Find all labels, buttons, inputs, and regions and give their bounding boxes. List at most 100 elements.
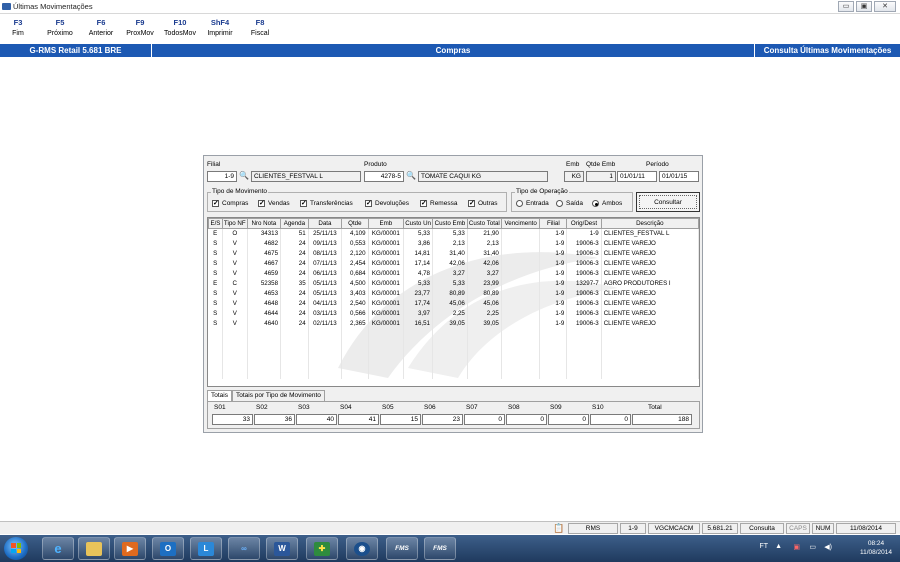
close-button[interactable]: ✕ — [874, 1, 896, 12]
table-row[interactable]: S V 4659 24 06/11/13 0,684 KG/00001 4,78 3,27 3,2… — [208, 268, 699, 279]
volume-icon[interactable]: ◀) — [824, 543, 832, 551]
table-row[interactable]: S V 4653 24 05/11/13 3,403 KG/00001 23,77 80,89 8… — [208, 288, 699, 299]
col-custo-emb[interactable]: Custo Emb — [432, 218, 468, 229]
empty-cell — [601, 368, 699, 379]
table-row[interactable]: S V 4667 24 07/11/13 2,454 KG/00001 17,14 42,06 4… — [208, 258, 699, 269]
checkbox-compras[interactable]: ✓ Compras — [212, 200, 248, 207]
clock[interactable]: 08:24 11/08/2014 — [856, 539, 896, 557]
col-custo-un[interactable]: Custo Un — [403, 218, 433, 229]
total-value: 36 — [254, 414, 295, 425]
col-filial[interactable]: Filial — [539, 218, 568, 229]
table-cell: 02/11/13 — [308, 318, 343, 329]
col-vencimento[interactable]: Vencimento — [500, 218, 541, 229]
outlook-icon: O — [160, 541, 176, 556]
taskbar-health[interactable]: ✚ — [306, 537, 338, 560]
empty-cell — [501, 358, 541, 369]
taskbar-rms-1[interactable]: FMS — [386, 537, 418, 560]
language-indicator[interactable]: FT — [759, 543, 768, 550]
col-custo-total[interactable]: Custo Total — [466, 218, 502, 229]
table-cell: CLIENTE VAREJO — [601, 298, 699, 309]
empty-cell — [222, 358, 248, 369]
taskbar-ie[interactable]: e — [42, 537, 74, 560]
restore-button[interactable]: ▣ — [856, 1, 872, 12]
col-orig-dest[interactable]: Orig/Dest — [566, 218, 602, 229]
taskbar-outlook[interactable]: O — [152, 537, 184, 560]
empty-cell — [308, 348, 343, 359]
radio-entrada[interactable]: Entrada — [516, 200, 549, 207]
empty-cell — [208, 328, 223, 339]
tipo-movimento-group: Tipo de Movimento ✓ Compras ✓ Vendas ✓ Tran… — [207, 188, 507, 212]
empty-cell — [403, 348, 433, 359]
explorer-icon — [86, 541, 102, 556]
ie-icon: e — [54, 541, 62, 556]
display-icon[interactable]: ▭ — [809, 543, 816, 551]
fkey-fim[interactable]: F3 Fim — [6, 18, 30, 37]
radio-mark — [592, 200, 599, 207]
fkey-imprimir[interactable]: ShF4 Imprimir — [203, 18, 237, 37]
empty-cell — [601, 328, 699, 339]
table-row[interactable]: S V 4640 24 02/11/13 2,365 KG/00001 16,51 39,05 3… — [208, 318, 699, 329]
table-cell: 2,25 — [432, 308, 468, 319]
col-tipo-nf[interactable]: Tipo NF — [221, 218, 248, 229]
empty-cell — [208, 368, 223, 379]
taskbar-word[interactable]: W — [266, 537, 298, 560]
table-row[interactable]: S V 4675 24 08/11/13 2,120 KG/00001 14,81 31,40 3… — [208, 248, 699, 259]
col-nro-nota[interactable]: Nro Nota — [246, 218, 282, 229]
minimize-button[interactable]: ▭ — [838, 1, 854, 12]
table-row[interactable]: E C 52358 35 05/11/13 4,500 KG/00001 5,33 5,33 23… — [208, 278, 699, 289]
fkey-proxmov[interactable]: F9 ProxMov — [124, 18, 156, 37]
checkbox-devolucoes[interactable]: ✓ Devoluções — [365, 200, 409, 207]
empty-cell — [208, 348, 223, 359]
periodo-fim-input[interactable]: 01/01/15 — [659, 171, 699, 182]
table-row[interactable]: S V 4682 24 09/11/13 0,553 KG/00001 3,86 2,13 2,1… — [208, 238, 699, 249]
consultar-button[interactable]: Consultar — [636, 192, 700, 212]
network-icon[interactable]: ▣ — [793, 543, 800, 551]
radio-ambos[interactable]: Ambos — [592, 200, 622, 207]
table-row[interactable]: S V 4644 24 03/11/13 0,566 KG/00001 3,97 2,25 2,2… — [208, 308, 699, 319]
taskbar-media[interactable]: ▶ — [114, 537, 146, 560]
taskbar-app[interactable]: ∞ — [228, 537, 260, 560]
table-row[interactable]: S V 4648 24 04/11/13 2,540 KG/00001 17,74 45,06 4… — [208, 298, 699, 309]
fkey-proximo[interactable]: F5 Próximo — [44, 18, 76, 37]
col-es[interactable]: E/S — [208, 218, 223, 229]
filial-code-input[interactable]: 1-9 — [207, 171, 237, 182]
checkbox-transferencias[interactable]: ✓ Transferências — [300, 200, 353, 207]
produto-code-input[interactable]: 4278-5 — [364, 171, 404, 182]
taskbar-lync[interactable]: L — [190, 537, 222, 560]
checkbox-remessa[interactable]: ✓ Remessa — [420, 200, 457, 207]
col-emb[interactable]: Emb — [367, 218, 405, 229]
table-cell: KG/00001 — [368, 308, 405, 319]
table-cell: 23,77 — [403, 288, 433, 299]
table-cell: 42,06 — [432, 258, 468, 269]
checkbox-outras[interactable]: ✓ Outras — [468, 200, 498, 207]
filial-search-icon[interactable]: 🔍 — [239, 171, 249, 181]
col-data[interactable]: Data — [307, 218, 343, 229]
col-agenda[interactable]: Agenda — [280, 218, 309, 229]
fkey-fiscal[interactable]: F8 Fiscal — [246, 18, 274, 37]
taskbar-remote[interactable]: ◉ — [346, 537, 378, 560]
table-cell: S — [208, 318, 223, 329]
col-descricao[interactable]: Descrição — [600, 218, 699, 229]
col-qtde[interactable]: Qtde — [341, 218, 369, 229]
radio-saida[interactable]: Saída — [556, 200, 583, 207]
table-cell: 39,05 — [467, 318, 502, 329]
taskbar-explorer[interactable] — [78, 537, 110, 560]
tab-totais[interactable]: Totais — [207, 390, 232, 401]
empty-cell — [208, 358, 223, 369]
grid-header-row: E/S Tipo NF Nro Nota Agenda Data Qtde Em… — [208, 218, 699, 229]
checkbox-vendas[interactable]: ✓ Vendas — [258, 200, 290, 207]
empty-cell — [247, 328, 282, 339]
periodo-inicio-input[interactable]: 01/01/11 — [617, 171, 657, 182]
fkey-anterior[interactable]: F6 Anterior — [85, 18, 117, 37]
fkey-label: Fiscal — [250, 30, 270, 37]
table-cell: 2,120 — [341, 248, 369, 259]
table-row[interactable]: E O 34313 51 25/11/13 4,109 KG/00001 5,33 5,33 21… — [208, 228, 699, 239]
tray-expand-icon[interactable]: ▲ — [775, 543, 782, 550]
taskbar-rms-2[interactable]: FMS — [424, 537, 456, 560]
produto-search-icon[interactable]: 🔍 — [406, 171, 416, 181]
tab-totais-tipo-movimento[interactable]: Totais por Tipo de Movimento — [231, 390, 325, 401]
word-icon: W — [274, 541, 290, 556]
empty-cell — [247, 358, 282, 369]
fkey-todosmov[interactable]: F10 TodosMov — [161, 18, 199, 37]
start-button[interactable] — [4, 537, 28, 560]
